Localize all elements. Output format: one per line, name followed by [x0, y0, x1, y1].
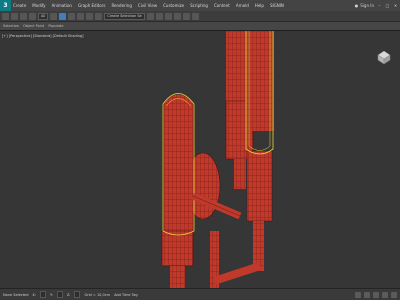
menu-item-signin[interactable]: SIGNIN: [270, 3, 284, 8]
ribbon-tab-selection[interactable]: Selection: [3, 24, 19, 28]
sign-in[interactable]: ● Sign In: [355, 3, 374, 8]
menu-item-modify[interactable]: Modify: [32, 3, 45, 8]
menu-item-scripting[interactable]: Scripting: [190, 3, 208, 8]
select-icon[interactable]: [50, 12, 58, 20]
menu-item-animation[interactable]: Animation: [52, 3, 72, 8]
menu-item-content[interactable]: Content: [214, 3, 230, 8]
perspective-viewport[interactable]: [+] [Perspective] [Standard] [Default Sh…: [0, 30, 400, 288]
maximize-viewport-icon[interactable]: [391, 291, 397, 298]
zoom-icon[interactable]: [355, 291, 361, 298]
viewport-nav-controls: [355, 291, 397, 298]
status-bar: None Selected X: Y: Z: Grid = 10,0cm Add…: [0, 288, 400, 300]
menu-list: Create Modify Animation Graph Editors Render…: [13, 3, 284, 8]
y-coordinate-field[interactable]: [56, 291, 63, 298]
main-toolbar: All Create Selection Se: [0, 11, 400, 22]
orbit-icon[interactable]: [382, 291, 388, 298]
scene-model[interactable]: [0, 31, 400, 288]
scale-icon[interactable]: [77, 12, 85, 20]
x-coordinate-label: X:: [32, 292, 36, 297]
user-icon: ●: [354, 3, 359, 8]
menu-item-graph-editors[interactable]: Graph Editors: [78, 3, 105, 8]
material-editor-icon[interactable]: [173, 12, 181, 20]
pan-icon[interactable]: [373, 291, 379, 298]
menu-item-help[interactable]: Help: [255, 3, 264, 8]
time-tag-button[interactable]: Add Time Tag: [114, 293, 138, 297]
named-selection-dropdown[interactable]: Create Selection Se: [104, 12, 145, 20]
unlink-icon[interactable]: [29, 12, 36, 20]
menu-item-customize[interactable]: Customize: [163, 3, 184, 8]
selection-status: None Selected: [3, 292, 29, 297]
ribbon-tab-object-paint[interactable]: Object Paint: [23, 24, 44, 28]
rotate-icon[interactable]: [68, 12, 76, 20]
render-setup-icon[interactable]: [182, 12, 190, 20]
minimize-icon[interactable]: –: [377, 3, 382, 8]
ribbon-tab-populate[interactable]: Populate: [48, 24, 63, 28]
grid-size: Grid = 10,0cm: [84, 292, 111, 297]
angle-snap-icon[interactable]: [95, 12, 103, 20]
selection-filter-dropdown[interactable]: All: [38, 12, 49, 20]
maximize-icon[interactable]: □: [385, 3, 390, 8]
left-tube: [161, 93, 195, 288]
undo-icon[interactable]: [2, 12, 9, 20]
link-icon[interactable]: [20, 12, 27, 20]
app-logo-icon[interactable]: 3: [0, 0, 11, 11]
align-icon[interactable]: [155, 12, 163, 20]
zoom-all-icon[interactable]: [364, 291, 370, 298]
right-tube: [245, 31, 274, 271]
menu-bar: 3 Create Modify Animation Graph Editors Rend…: [0, 0, 400, 11]
layer-icon[interactable]: [164, 12, 172, 20]
move-icon[interactable]: [59, 12, 67, 20]
snap-icon[interactable]: [86, 12, 94, 20]
menu-item-rendering[interactable]: Rendering: [111, 3, 131, 8]
viewcube-icon[interactable]: [374, 47, 394, 67]
menu-item-create[interactable]: Create: [13, 3, 26, 8]
mirror-icon[interactable]: [146, 12, 154, 20]
menu-item-arnold[interactable]: Arnold: [236, 3, 249, 8]
x-coordinate-field[interactable]: [40, 291, 46, 298]
menu-item-civil-view[interactable]: Civil View: [138, 3, 157, 8]
redo-icon[interactable]: [11, 12, 18, 20]
y-coordinate-label: Y:: [50, 292, 53, 297]
ribbon-tabs: Selection Object Paint Populate: [0, 22, 400, 30]
close-icon[interactable]: ✕: [393, 3, 398, 8]
sign-in-label: Sign In: [360, 3, 374, 8]
window-controls: – □ ✕: [377, 3, 398, 8]
z-coordinate-field[interactable]: [74, 291, 81, 298]
z-coordinate-label: Z:: [66, 292, 71, 297]
render-icon[interactable]: [191, 12, 199, 20]
